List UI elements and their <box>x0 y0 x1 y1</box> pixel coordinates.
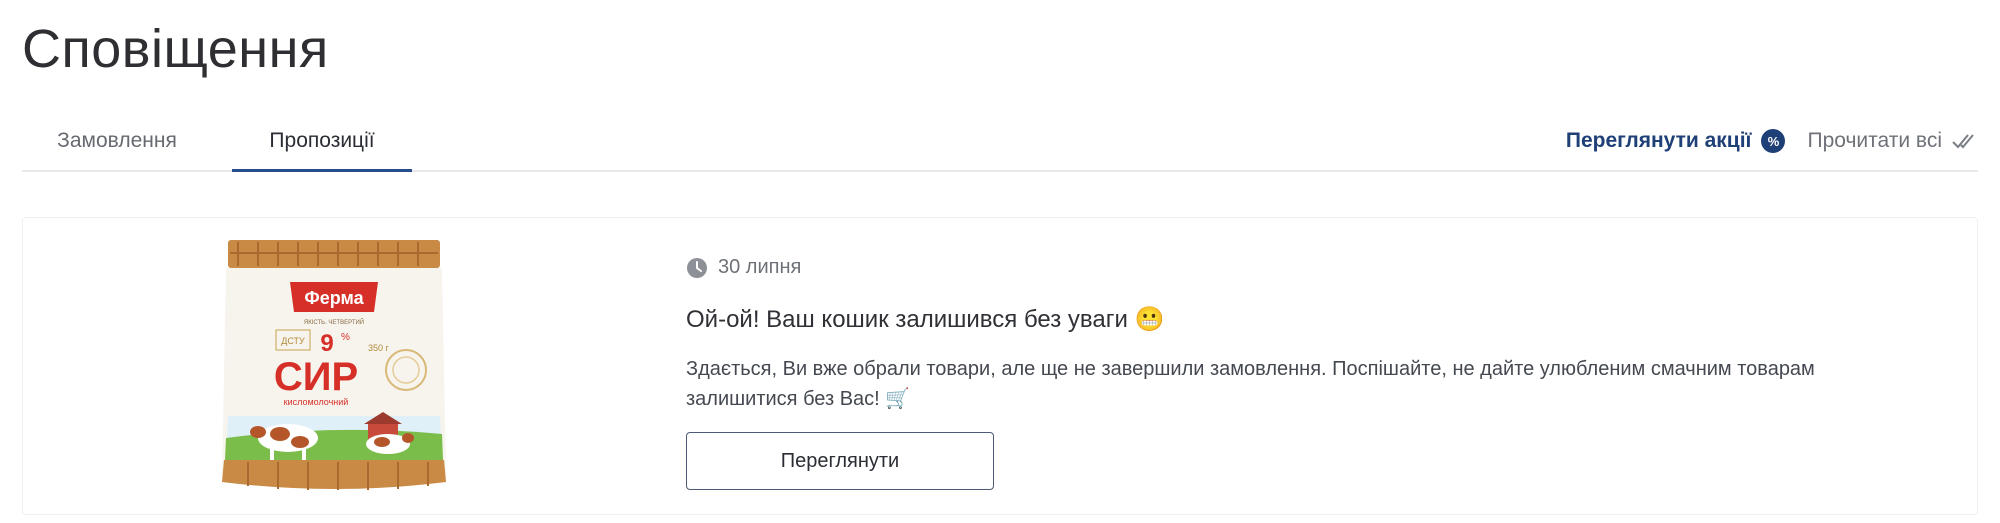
notification-card: Ферма ЯКІСТЬ. ЧЕТВЕРТИЙ ДСТУ 9 % 350 г С… <box>22 217 1978 515</box>
percent-badge-icon: % <box>1761 129 1786 153</box>
notification-body: Здається, Ви вже обрали товари, але ще н… <box>686 358 1815 410</box>
brand-name: Ферма <box>304 288 364 308</box>
product-image: Ферма ЯКІСТЬ. ЧЕТВЕРТИЙ ДСТУ 9 % 350 г С… <box>222 240 446 490</box>
notification-date-row: 30 липня <box>686 256 1917 279</box>
fat-unit: % <box>341 332 350 343</box>
clock-icon <box>687 257 707 278</box>
weight-label: 350 г <box>368 343 390 353</box>
view-button[interactable]: Переглянути <box>686 432 994 490</box>
read-all-link[interactable]: Прочитати всі <box>1807 129 1978 153</box>
brand-sub: ЯКІСТЬ. ЧЕТВЕРТИЙ <box>304 318 364 326</box>
standard-label: ДСТУ <box>281 336 305 346</box>
notification-title: Ой-ой! Ваш кошик залишився без уваги 😬 <box>686 306 1165 333</box>
double-check-icon <box>1952 134 1974 149</box>
view-promotions-label: Переглянути акції <box>1565 129 1752 152</box>
notification-content: 30 липня Ой-ой! Ваш кошик залишився без … <box>686 256 1917 490</box>
product-subtitle: кисломолочний <box>284 397 349 407</box>
view-promotions-link[interactable]: Переглянути акції % <box>1566 129 1786 153</box>
fat-value: 9 <box>320 330 333 357</box>
read-all-label: Прочитати всі <box>1807 129 1942 152</box>
tab-orders[interactable]: Замовлення <box>22 112 212 170</box>
product-name: СИР <box>274 355 358 399</box>
tabs-bar: Замовлення Пропозиції Переглянути акції … <box>22 112 1978 172</box>
header-actions: Переглянути акції % Прочитати всі <box>1566 112 1978 170</box>
notification-date: 30 липня <box>718 256 802 278</box>
tab-offers[interactable]: Пропозиції <box>232 112 412 172</box>
page-title: Сповіщення <box>22 19 329 79</box>
